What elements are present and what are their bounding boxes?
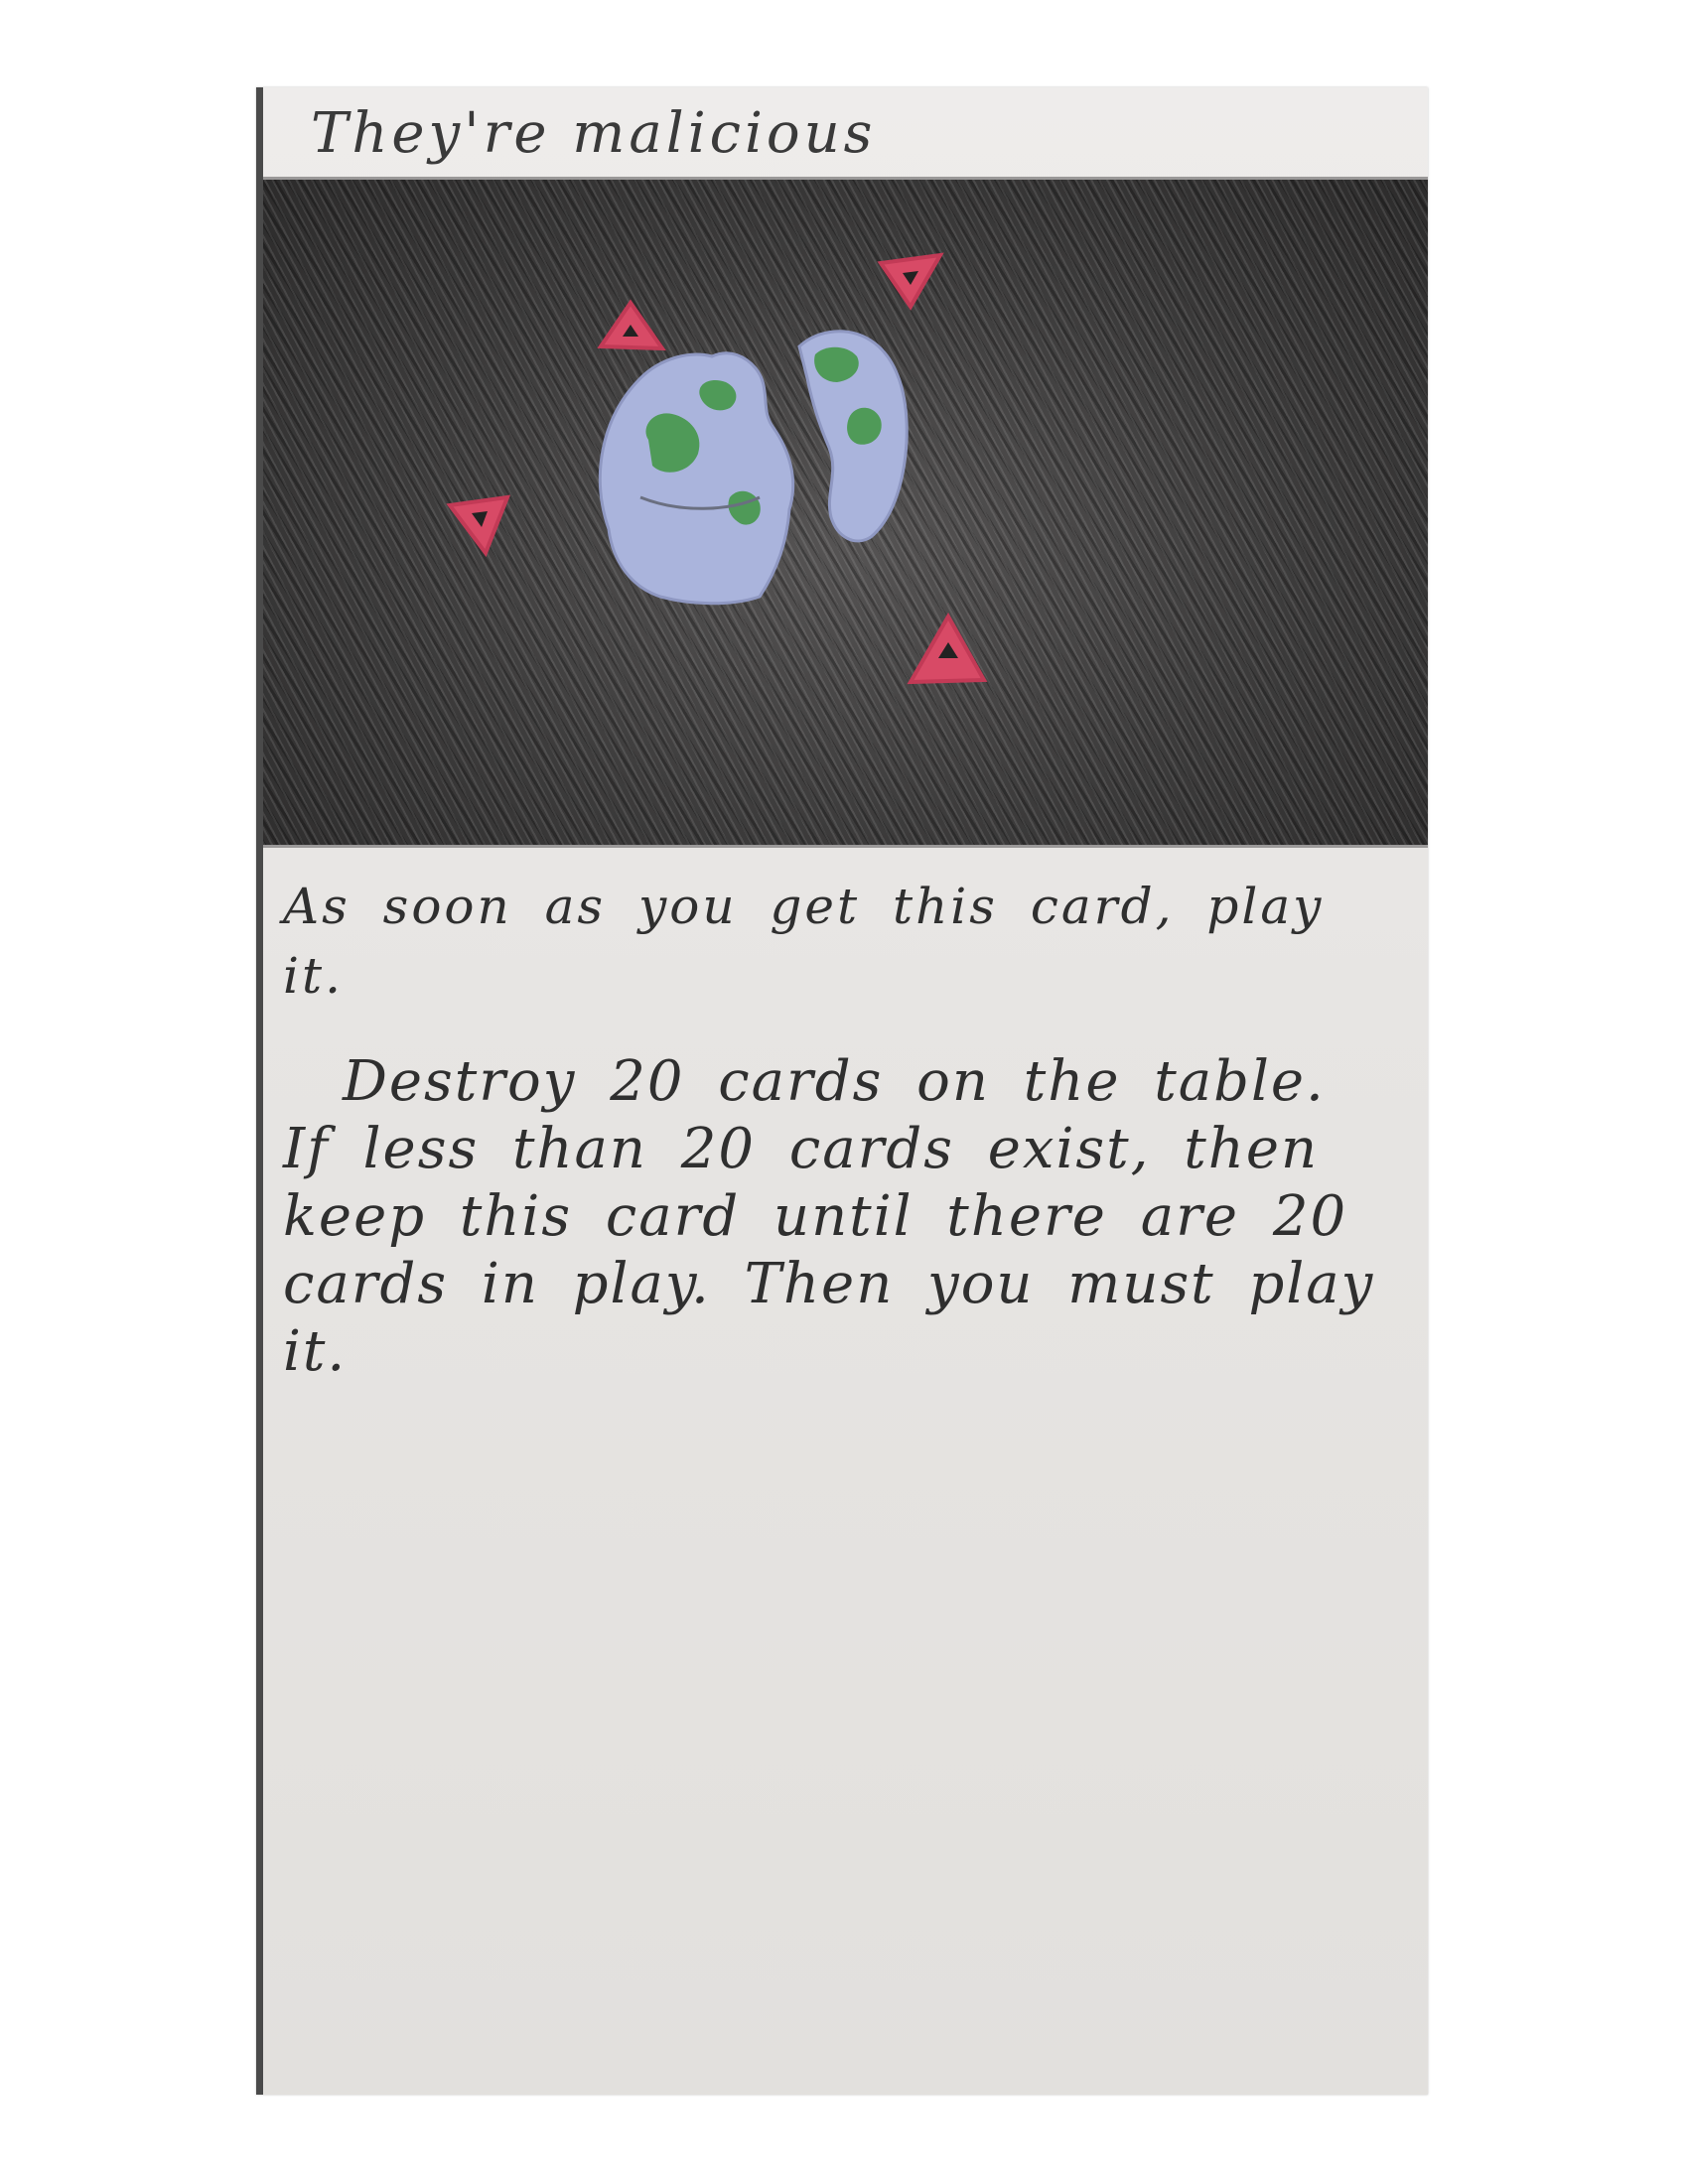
- card-title: They're malicious: [311, 101, 877, 166]
- card-rules-text: As soon as you get this card, play it. D…: [283, 872, 1395, 1386]
- red-triangle-marker-1: [597, 299, 666, 351]
- page: They're malicious As soon as you get thi…: [0, 0, 1688, 2184]
- card-rule-destroy-cards: Destroy 20 cards on the table. If less t…: [283, 1049, 1375, 1384]
- red-triangle-marker-4: [907, 612, 988, 685]
- broken-earth-right-half: [797, 330, 909, 543]
- broken-earth-left-half: [598, 351, 795, 606]
- red-triangle-marker-3: [446, 494, 511, 558]
- red-triangle-marker-2: [877, 252, 944, 311]
- hand-drawn-card: They're malicious As soon as you get thi…: [256, 87, 1428, 2095]
- card-rule-play-immediately: As soon as you get this card, play it.: [283, 878, 1325, 1005]
- broken-earth-drawing: [446, 252, 988, 685]
- card-illustration: [263, 177, 1428, 848]
